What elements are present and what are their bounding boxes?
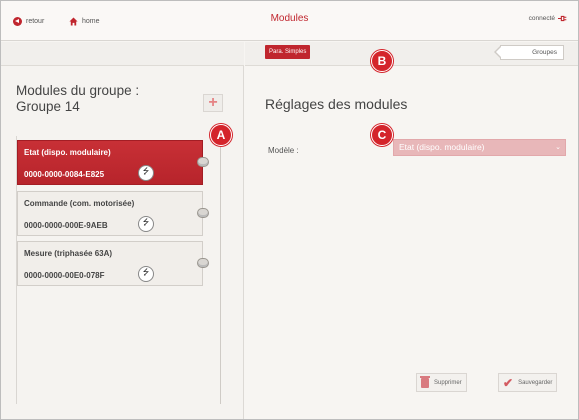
tab-simple-params[interactable]: Para. Simples: [265, 45, 311, 59]
usb-icon: ⭍: [138, 216, 154, 232]
callout-badge-b: B: [371, 50, 393, 72]
save-button[interactable]: ✔ Sauvegarder: [498, 373, 558, 392]
group-title-line2: Groupe 14: [16, 99, 80, 114]
drag-handle[interactable]: [197, 157, 209, 167]
group-title: Modules du groupe : Groupe 14: [16, 83, 176, 115]
module-serial: 0000-0000-0084-E825: [24, 170, 105, 179]
model-select[interactable]: Etat (dispo. modulaire) ⌄: [393, 139, 566, 156]
module-name: Mesure (triphasée 63A): [24, 249, 113, 258]
save-label: Sauvegarder: [518, 379, 553, 386]
module-serial: 0000-0000-00E0-078F: [24, 271, 105, 280]
top-bar: retour home Modules connecté: [1, 1, 578, 41]
module-item-commande[interactable]: Commande (com. motorisée) 0000-0000-000E…: [17, 191, 203, 236]
module-list-rail: [220, 136, 221, 404]
module-name: Etat (dispo. modulaire): [24, 148, 111, 157]
module-item-mesure[interactable]: Mesure (triphasée 63A) 0000-0000-00E0-07…: [17, 241, 203, 286]
connection-status: connecté: [529, 15, 568, 22]
checkmark-icon: ✔: [503, 375, 514, 390]
callout-badge-a: A: [210, 124, 232, 146]
left-subbar: [1, 42, 244, 66]
usb-icon: ⭍: [138, 165, 154, 181]
drag-handle[interactable]: [197, 208, 209, 218]
module-serial: 0000-0000-000E-9AEB: [24, 221, 108, 230]
model-label: Modèle :: [268, 146, 299, 155]
connection-label: connecté: [528, 15, 555, 22]
chevron-down-icon: ⌄: [555, 144, 561, 151]
add-module-button[interactable]: +: [203, 94, 223, 112]
plug-icon: [558, 15, 567, 22]
usb-icon: ⭍: [138, 266, 154, 282]
callout-badge-c: C: [371, 124, 393, 146]
delete-label: Supprimer: [434, 379, 462, 386]
drag-handle[interactable]: [197, 258, 209, 268]
trash-icon: [420, 375, 430, 388]
settings-title: Réglages des modules: [265, 96, 408, 112]
model-select-value: Etat (dispo. modulaire): [399, 142, 485, 152]
module-item-etat[interactable]: Etat (dispo. modulaire) 0000-0000-0084-E…: [17, 140, 203, 185]
module-name: Commande (com. motorisée): [24, 199, 135, 208]
page-title: Modules: [270, 13, 309, 24]
group-title-line1: Modules du groupe :: [16, 83, 140, 98]
groups-button[interactable]: Groupes: [494, 45, 564, 60]
delete-button[interactable]: Supprimer: [416, 373, 467, 392]
